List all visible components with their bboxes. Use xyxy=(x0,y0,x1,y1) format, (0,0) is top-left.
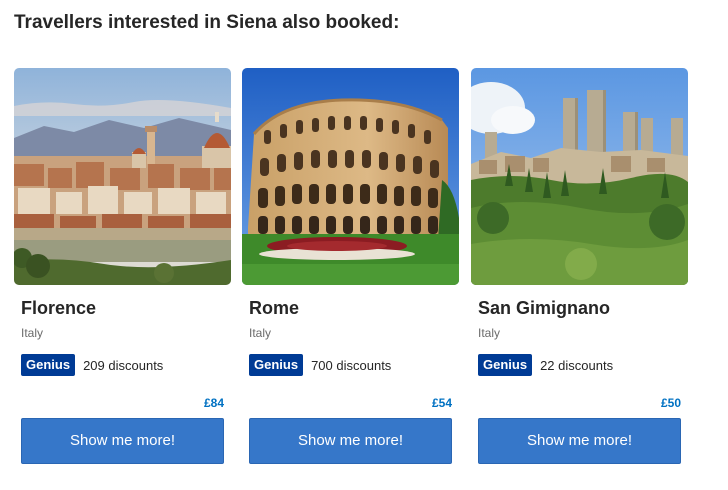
show-me-more-button[interactable]: Show me more! xyxy=(478,418,681,464)
discounts-count: 22 discounts xyxy=(540,357,614,373)
price: £54 xyxy=(431,396,452,410)
card-info: San Gimignano Italy Genius 22 discounts … xyxy=(471,285,688,478)
card-info: Florence Italy Genius 209 discounts £84 … xyxy=(14,285,231,478)
destination-card-san-gimignano[interactable]: San Gimignano Italy Genius 22 discounts … xyxy=(471,68,688,478)
show-me-more-button[interactable]: Show me more! xyxy=(249,418,452,464)
destination-card-rome[interactable]: Rome Italy Genius 700 discounts £54 Show… xyxy=(242,68,459,478)
genius-discounts-row: Genius 209 discounts xyxy=(21,354,163,376)
country-name: Italy xyxy=(249,326,272,340)
show-me-more-button[interactable]: Show me more! xyxy=(21,418,224,464)
price: £84 xyxy=(203,396,224,410)
genius-badge: Genius xyxy=(478,354,533,376)
country-name: Italy xyxy=(21,326,44,340)
discounts-count: 700 discounts xyxy=(311,357,392,373)
san-gimignano-towers-image xyxy=(471,68,688,285)
florence-photo[interactable] xyxy=(14,68,231,285)
san-gimignano-photo[interactable] xyxy=(471,68,688,285)
genius-badge: Genius xyxy=(249,354,304,376)
florence-cityscape-image xyxy=(14,68,231,285)
rome-photo[interactable] xyxy=(242,68,459,285)
city-name[interactable]: Rome xyxy=(249,298,299,319)
genius-discounts-row: Genius 22 discounts xyxy=(478,354,613,376)
city-name[interactable]: San Gimignano xyxy=(478,298,610,319)
city-name[interactable]: Florence xyxy=(21,298,96,319)
discounts-count: 209 discounts xyxy=(83,357,164,373)
destination-cards: Florence Italy Genius 209 discounts £84 … xyxy=(14,68,716,478)
destination-card-florence[interactable]: Florence Italy Genius 209 discounts £84 … xyxy=(14,68,231,478)
price: £50 xyxy=(660,396,681,410)
genius-discounts-row: Genius 700 discounts xyxy=(249,354,391,376)
card-info: Rome Italy Genius 700 discounts £54 Show… xyxy=(242,285,459,478)
country-name: Italy xyxy=(478,326,501,340)
genius-badge: Genius xyxy=(21,354,76,376)
heading: Travellers interested in Siena also book… xyxy=(14,12,400,33)
colosseum-image xyxy=(242,68,459,285)
